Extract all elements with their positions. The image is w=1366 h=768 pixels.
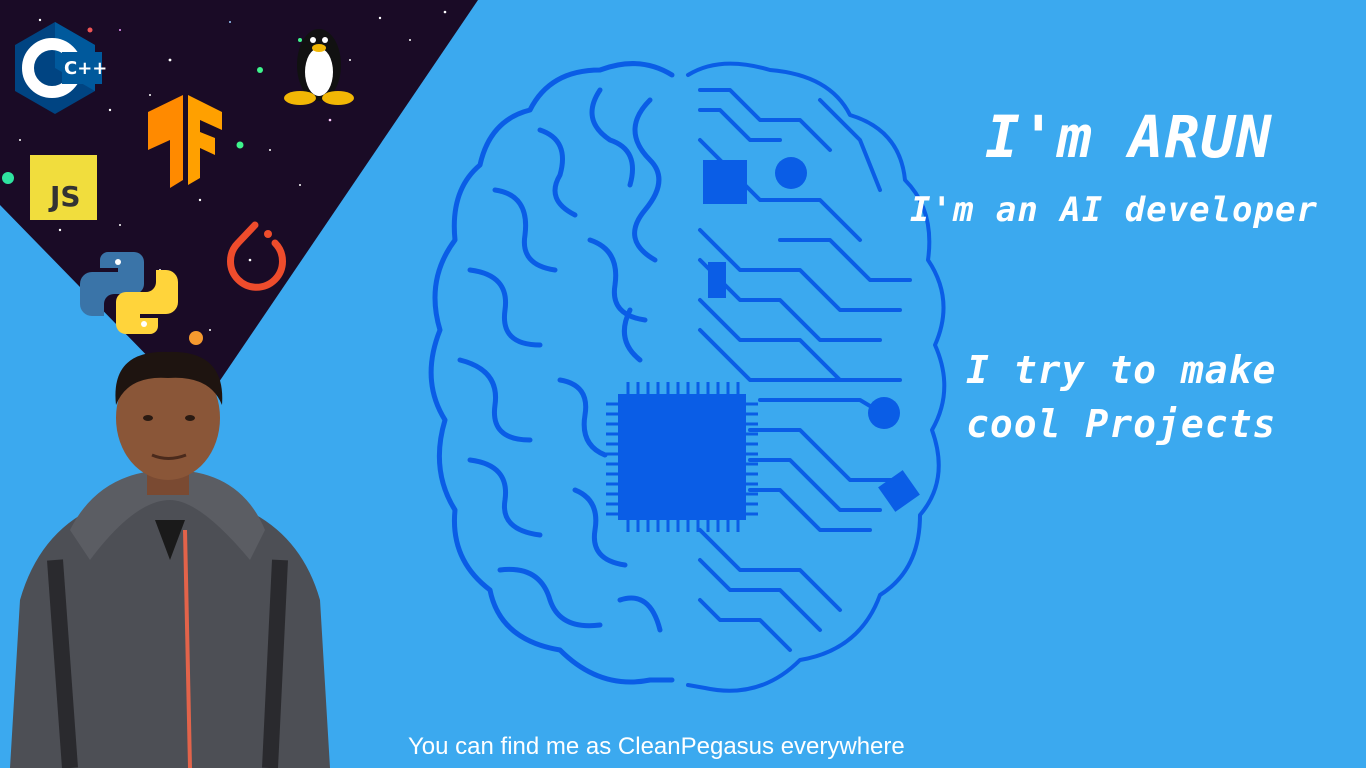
javascript-icon: JS [30,155,97,220]
hero-tagline-line2: cool Projects [966,402,1277,446]
portrait-photo [10,351,330,768]
brain-left-hemisphere [428,61,675,685]
hero-title: I'm ARUN [985,103,1273,171]
svg-text:C++: C++ [64,58,107,79]
hero-tagline-line1: I try to make [966,348,1277,392]
brain-right-hemisphere [686,61,947,693]
footer-text: You can find me as CleanPegasus everywhe… [408,733,905,760]
javascript-icon-label: JS [50,180,81,213]
hero-role: I'm an AI developer [910,190,1318,230]
cpu-chip [606,382,758,532]
